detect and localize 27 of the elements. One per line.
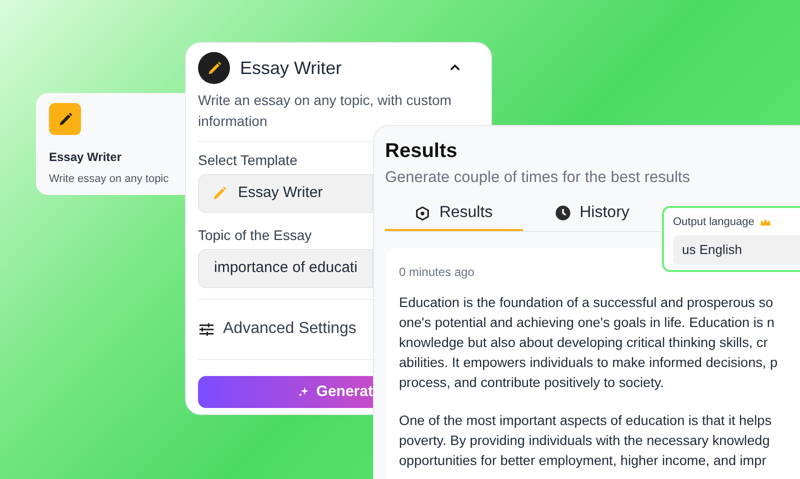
card-description: Write essay on any topic bbox=[49, 172, 170, 187]
result-paragraph: One of the most important aspects of education is that it helps poverty. By providing individuals with the necessary knowledg opportunities for better employment, higher income, and impr bbox=[399, 412, 773, 470]
sliders-icon bbox=[198, 322, 215, 336]
card-title: Essay Writer bbox=[49, 149, 122, 166]
sparkle-icon bbox=[298, 385, 310, 399]
hexagon-icon bbox=[415, 206, 430, 221]
tab[interactable]: Results bbox=[385, 197, 523, 232]
template-card[interactable]: Essay Writer Write essay on any topic bbox=[36, 93, 185, 195]
field-label: Output language bbox=[673, 215, 754, 230]
panel-description: Write an essay on any topic, with custom information bbox=[198, 91, 452, 131]
results-title: Results bbox=[385, 139, 458, 164]
tab[interactable]: History bbox=[523, 197, 661, 232]
timestamp: 0 minutes ago bbox=[399, 264, 474, 282]
panel-title: Essay Writer bbox=[240, 56, 342, 80]
pencil-icon bbox=[211, 185, 228, 202]
crown-icon bbox=[760, 217, 772, 228]
pencil-icon bbox=[198, 52, 230, 84]
clock-icon bbox=[554, 205, 571, 222]
language-select[interactable]: us English bbox=[673, 234, 800, 264]
results-subtitle: Generate couple of times for the best results bbox=[385, 168, 690, 188]
topic-input[interactable]: importance of educati bbox=[198, 249, 373, 288]
generate-button[interactable]: Generat bbox=[198, 376, 373, 408]
field-label: Topic of the Essay bbox=[198, 226, 313, 245]
template-select[interactable]: Essay Writer bbox=[198, 174, 373, 213]
result-paragraph: Education is the foundation of a successful and prosperous so one's potential and achieving one's goals in life. Education is n knowledge but also about developing critical thinking skills, cr abilities. It empowers individuals to make informed decisions, p process, and contribute positively to society. bbox=[399, 294, 779, 392]
pencil-icon bbox=[49, 103, 81, 135]
advanced-settings-toggle[interactable]: Advanced Settings bbox=[198, 317, 356, 341]
